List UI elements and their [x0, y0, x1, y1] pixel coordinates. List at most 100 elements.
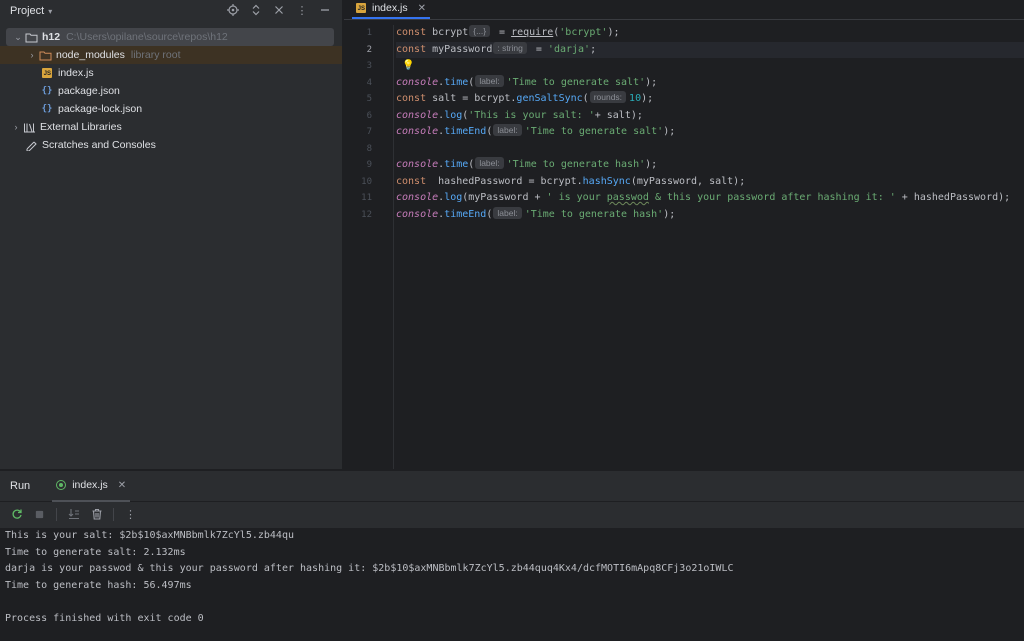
code-token: timeEnd	[444, 126, 487, 137]
tree-item-external-libraries[interactable]: › External Libraries	[0, 118, 342, 136]
line-number: 11	[361, 193, 372, 203]
tab-label: index.js	[372, 2, 408, 14]
code-area[interactable]: const bcrypt {...} = require('bcrypt'); c…	[396, 25, 1024, 223]
code-token: 'This is your salt: '	[468, 109, 595, 121]
code-token: );	[645, 76, 658, 88]
code-line: const salt = bcrypt.genSaltSync(rounds: 1…	[396, 91, 1024, 108]
project-tree: ⌄ h12 C:\Users\opilane\source\repos\h12 …	[0, 28, 342, 154]
editor: JS index.js ✕ 1 2 3 4 5 6 7 8 9 10 11 12…	[344, 0, 1024, 469]
more-options-icon[interactable]: ⋮	[124, 508, 137, 521]
json-file-icon: {}	[41, 86, 53, 96]
tree-item-h12[interactable]: ⌄ h12 C:\Users\opilane\source\repos\h12	[6, 28, 334, 46]
tree-item-scratches[interactable]: Scratches and Consoles	[0, 136, 342, 154]
tree-item-node-modules[interactable]: › node_modules library root	[0, 46, 342, 64]
tree-item-label: External Libraries	[40, 121, 122, 133]
line-number: 3	[366, 61, 372, 71]
json-file-icon: {}	[41, 104, 53, 114]
code-token: + hashedPassword);	[895, 192, 1011, 203]
editor-tab-bar: JS index.js ✕	[344, 0, 1024, 20]
code-token: myPassword	[426, 43, 493, 55]
line-number: 9	[366, 160, 372, 170]
scroll-to-end-icon[interactable]	[67, 508, 80, 521]
code-token: console	[396, 109, 439, 121]
tree-item-label: h12	[42, 31, 61, 43]
code-token: =	[529, 43, 548, 55]
line-number: 7	[366, 127, 372, 137]
inlay-hint: : string	[493, 41, 527, 54]
line-number-gutter: 1 2 3 4 5 6 7 8 9 10 11 12	[344, 25, 394, 469]
close-icon[interactable]: ✕	[418, 3, 426, 14]
code-line: console.time(label: 'Time to generate has…	[396, 157, 1024, 174]
code-token: (myPassword, salt);	[630, 175, 746, 187]
code-line: const myPassword: string = 'darja';	[396, 41, 1024, 58]
tree-item-index-js[interactable]: JS index.js	[0, 64, 342, 82]
chevron-right-icon[interactable]: ›	[10, 122, 22, 132]
console-output[interactable]: This is your salt: $2b$10$axMNBbmlk7ZcYl…	[0, 528, 1024, 641]
run-panel: Run index.js ✕ ⋮ This is your salt: $2b$…	[0, 470, 1024, 641]
toolbar-divider	[56, 507, 57, 521]
stop-icon[interactable]	[33, 508, 46, 521]
tab-index-js[interactable]: JS index.js ✕	[352, 0, 430, 19]
code-token: (	[468, 76, 475, 88]
line-number: 4	[366, 77, 372, 88]
project-view-selector[interactable]: Project ▾	[10, 5, 52, 17]
console-line: This is your salt: $2b$10$axMNBbmlk7ZcYl…	[5, 530, 294, 541]
code-token: log	[444, 192, 463, 203]
code-token: (	[486, 126, 493, 137]
chevron-right-icon[interactable]: ›	[26, 50, 38, 60]
code-line: const hashedPassword = bcrypt.hashSync(m…	[396, 174, 1024, 191]
run-tab-index-js[interactable]: index.js ✕	[52, 471, 131, 502]
code-token: ;	[590, 43, 597, 55]
lightbulb-icon[interactable]: 💡	[402, 60, 414, 71]
code-token: console	[396, 126, 439, 137]
code-token: genSaltSync	[516, 93, 583, 104]
code-token: time	[444, 159, 469, 170]
node-run-icon	[56, 480, 67, 490]
more-options-icon[interactable]: ⋮	[295, 3, 309, 17]
tree-item-label: node_modules	[56, 49, 125, 61]
tree-item-label: package.json	[58, 85, 120, 97]
project-panel: Project ▾ ⋮ ⌄ h12 C:\Users\opilane\sourc…	[0, 0, 343, 469]
code-token: );	[645, 159, 658, 170]
line-number: 6	[366, 110, 372, 121]
locate-icon[interactable]	[226, 3, 240, 17]
code-token: (	[582, 93, 589, 104]
hide-panel-icon[interactable]	[318, 3, 332, 17]
rerun-icon[interactable]	[10, 508, 23, 521]
inlay-hint: rounds:	[589, 91, 627, 103]
close-icon[interactable]	[272, 3, 286, 17]
inlay-hint: label:	[493, 206, 522, 219]
trash-icon[interactable]	[90, 508, 103, 521]
expand-collapse-icon[interactable]	[249, 3, 263, 17]
library-root-note: library root	[130, 49, 181, 61]
inlay-hint: {...}	[469, 25, 491, 37]
toolbar-divider	[113, 507, 114, 521]
line-number: 12	[361, 209, 372, 220]
project-toolbar: ⋮	[226, 3, 332, 17]
tree-item-package-lock-json[interactable]: {} package-lock.json	[0, 100, 342, 118]
code-line: console.log(myPassword + ' is your passw…	[396, 190, 1024, 207]
code-token: console	[396, 159, 439, 170]
code-line: 💡	[396, 58, 1024, 75]
code-token: );	[663, 208, 676, 220]
code-token: ' is your	[546, 192, 607, 203]
code-token: timeEnd	[444, 208, 487, 220]
code-line: console.log('This is your salt: '+ salt)…	[396, 108, 1024, 125]
code-token: 'Time to generate salt'	[524, 126, 664, 137]
project-path: C:\Users\opilane\source\repos\h12	[66, 31, 228, 43]
typo-warning[interactable]: passwod	[607, 192, 649, 203]
tree-item-label: Scratches and Consoles	[42, 139, 156, 151]
code-token: 'darja'	[547, 43, 591, 55]
close-icon[interactable]: ✕	[118, 480, 126, 491]
code-token: & this your password after hashing it: '	[648, 192, 896, 203]
tree-item-package-json[interactable]: {} package.json	[0, 82, 342, 100]
code-line: console.timeEnd(label: 'Time to generate …	[396, 124, 1024, 141]
run-toolbar: ⋮	[0, 502, 1024, 526]
code-token: const	[396, 43, 427, 55]
code-token: bcrypt	[426, 27, 469, 38]
line-number: 8	[366, 143, 372, 154]
tree-item-label: package-lock.json	[58, 103, 143, 115]
chevron-down-icon[interactable]: ⌄	[12, 32, 24, 43]
code-token: require	[511, 27, 554, 38]
